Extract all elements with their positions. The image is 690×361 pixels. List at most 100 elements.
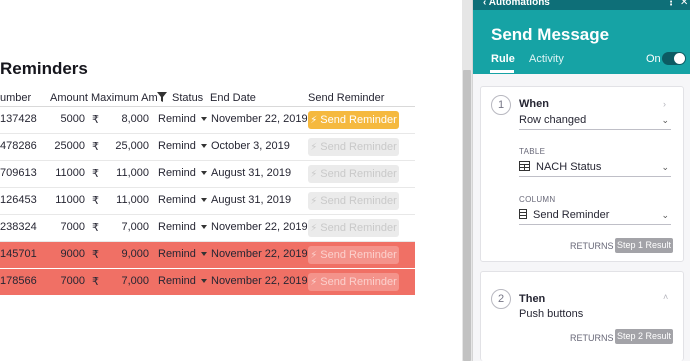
cell-end-date: November 22, 2019 (211, 113, 308, 125)
send-reminder-button[interactable]: ⚡ Send Reminder (308, 192, 399, 210)
lightning-icon: ⚡ (310, 142, 318, 153)
chevron-down-icon: ⌄ (661, 115, 669, 125)
cell-end-date: November 22, 2019 (211, 221, 308, 233)
status-select[interactable]: Remind (158, 221, 207, 235)
filter-icon[interactable] (157, 92, 167, 105)
cell-status: Remind (158, 113, 196, 125)
step-2-result-pill[interactable]: Step 2 Result (615, 329, 673, 344)
table-row[interactable]: 178566 7000 ₹7,000 Remind November 22, 2019 ⚡… (0, 269, 415, 296)
cell-end-date: October 3, 2019 (211, 140, 290, 152)
send-reminder-button[interactable]: ⚡ Send Reminder (308, 165, 399, 183)
cell-amount: 7000 (60, 221, 85, 233)
tab-activity[interactable]: Activity (529, 53, 564, 65)
cell-maximum-amount: 25,000 (115, 140, 149, 152)
currency-symbol: ₹ (92, 249, 99, 261)
cell-status: Remind (158, 221, 196, 233)
cell-maximum-amount: 11,000 (116, 194, 149, 206)
cell-number: 709613 (0, 167, 37, 179)
send-reminder-button[interactable]: ⚡ Send Reminder (308, 246, 399, 264)
table-value: NACH Status (536, 161, 602, 173)
step-2-action: Push buttons (519, 308, 584, 320)
step-1-card: 1 When › Row changed ⌄ TABLE NACH Status… (480, 86, 684, 262)
step-2-card: 2 Then ˄ Push buttons RETURNS Step 2 Res… (480, 271, 684, 361)
cell-status: Remind (158, 275, 196, 287)
caret-down-icon (200, 279, 207, 284)
cell-maximum-amount: 8,000 (121, 113, 149, 125)
lightning-icon: ⚡ (310, 115, 318, 126)
send-reminder-button[interactable]: ⚡ Send Reminder (308, 138, 399, 156)
toggle-knob (674, 53, 685, 64)
automations-back-link[interactable]: ‹ Automations (483, 0, 550, 8)
table-select[interactable]: NACH Status ⌄ (519, 161, 671, 177)
currency-symbol: ₹ (92, 195, 99, 207)
trigger-value: Row changed (519, 114, 587, 126)
table-row[interactable]: 145701 9000 ₹9,000 Remind November 22, 2019 ⚡… (0, 242, 415, 269)
main-content: Reminders umber Amount Maximum Am Status… (0, 0, 462, 361)
send-reminder-button[interactable]: ⚡ Send Reminder (308, 219, 399, 237)
status-select[interactable]: Remind (158, 248, 207, 262)
caret-down-icon (200, 198, 207, 203)
table-row[interactable]: 126453 11000 ₹11,000 Remind August 31, 2019 ⚡… (0, 188, 415, 215)
table-row[interactable]: 709613 11000 ₹11,000 Remind August 31, 2019 ⚡… (0, 161, 415, 188)
cell-status: Remind (158, 167, 196, 179)
cell-maximum-amount: 7,000 (121, 275, 149, 287)
column-label: COLUMN (519, 195, 556, 204)
send-reminder-button[interactable]: ⚡ Send Reminder (308, 273, 399, 291)
cell-status: Remind (158, 140, 196, 152)
chevron-right-icon[interactable]: › (663, 99, 666, 109)
trigger-select[interactable]: Row changed ⌄ (519, 114, 671, 130)
scrollbar-thumb[interactable] (463, 70, 471, 361)
header-end-date[interactable]: End Date (210, 92, 256, 105)
enable-toggle[interactable] (662, 52, 686, 65)
cell-end-date: November 22, 2019 (211, 248, 308, 260)
table-row[interactable]: 478286 25000 ₹25,000 Remind October 3, 2019 ⚡… (0, 134, 415, 161)
tab-rule[interactable]: Rule (491, 53, 515, 65)
caret-down-icon (200, 117, 207, 122)
chevron-down-icon: ⌄ (661, 162, 669, 172)
header-maximum-amount[interactable]: Maximum Am (91, 92, 158, 105)
header-status[interactable]: Status (172, 92, 203, 105)
currency-symbol: ₹ (92, 222, 99, 234)
currency-symbol: ₹ (92, 141, 99, 153)
send-reminder-label: Send Reminder (320, 276, 397, 288)
cell-number: 126453 (0, 194, 37, 206)
cell-maximum-amount: 9,000 (121, 248, 149, 260)
more-vertical-icon[interactable]: ⋮ (666, 0, 676, 8)
chevron-up-icon[interactable]: ˄ (663, 292, 668, 302)
toggle-label: On (646, 53, 661, 65)
send-reminder-label: Send Reminder (320, 249, 397, 261)
cell-status: Remind (158, 194, 196, 206)
table-row[interactable]: 137428 5000 ₹8,000 Remind November 22, 2019 ⚡… (0, 107, 415, 134)
cell-number: 145701 (0, 248, 37, 260)
panel-header: Send Message Rule Activity On (473, 10, 690, 74)
lightning-icon: ⚡ (310, 277, 318, 288)
status-select[interactable]: Remind (158, 275, 207, 289)
cell-end-date: August 31, 2019 (211, 167, 292, 179)
panel-title: Send Message (491, 25, 610, 44)
column-icon (519, 209, 527, 221)
cell-number: 178566 (0, 275, 37, 287)
header-number[interactable]: umber (0, 92, 31, 105)
header-amount[interactable]: Amount (50, 92, 88, 105)
step-1-result-pill[interactable]: Step 1 Result (615, 238, 673, 253)
caret-down-icon (200, 252, 207, 257)
status-select[interactable]: Remind (158, 167, 207, 181)
send-reminder-button[interactable]: ⚡ Send Reminder (308, 111, 399, 129)
automations-topbar: ‹ Automations ⋮ ✕ (473, 0, 690, 10)
status-select[interactable]: Remind (158, 194, 207, 208)
header-send-reminder[interactable]: Send Reminder (308, 92, 384, 105)
cell-amount: 11000 (55, 194, 85, 206)
table-row[interactable]: 238324 7000 ₹7,000 Remind November 22, 2019 ⚡… (0, 215, 415, 242)
caret-down-icon (200, 171, 207, 176)
status-select[interactable]: Remind (158, 140, 207, 154)
cell-end-date: August 31, 2019 (211, 194, 292, 206)
step-1-title: When (519, 98, 549, 110)
cell-amount: 7000 (60, 275, 85, 287)
step-2-title: Then (519, 293, 546, 305)
cell-amount: 25000 (54, 140, 85, 152)
column-select[interactable]: Send Reminder ⌄ (519, 209, 671, 225)
close-icon[interactable]: ✕ (680, 0, 688, 8)
table-icon (519, 161, 530, 173)
column-value: Send Reminder (533, 209, 610, 221)
status-select[interactable]: Remind (158, 113, 207, 127)
